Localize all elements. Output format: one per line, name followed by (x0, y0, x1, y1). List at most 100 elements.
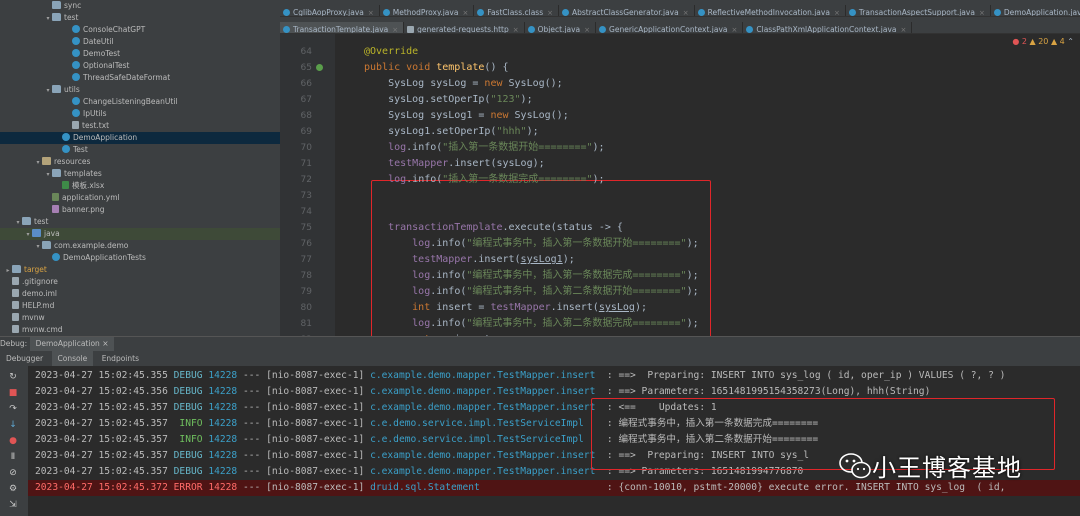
tree-item[interactable]: ▾ templates (0, 168, 280, 180)
tree-item[interactable]: 模板.xlsx (0, 180, 280, 192)
close-icon[interactable]: × (513, 26, 519, 33)
tree-item[interactable]: ▾ test (0, 12, 280, 24)
tree-item[interactable]: ThreadSafeDateFormat (0, 72, 280, 84)
code-line: sysLog1.setOperIp("hhh"); (364, 124, 539, 140)
code-token: insert = (436, 302, 491, 313)
tree-item-label: utils (64, 85, 80, 94)
pin-icon[interactable]: ⇲ (7, 500, 19, 510)
tree-item[interactable]: ▾ com.example.demo (0, 240, 280, 252)
code-line: log.info("编程式事务中，插入第二条数据完成========"); (364, 316, 698, 332)
tree-item[interactable]: IpUtils (0, 108, 280, 120)
chevron-up-icon[interactable]: ⌃ (1067, 37, 1074, 46)
step-into-icon[interactable]: ↓ (7, 420, 19, 430)
editor-tab[interactable]: ReflectiveMethodInvocation.java × (695, 5, 846, 16)
tab-debugger[interactable]: Debugger (0, 351, 49, 366)
tree-item[interactable]: ▸ target (0, 264, 280, 276)
tab-endpoints[interactable]: Endpoints (96, 351, 145, 366)
tree-item[interactable]: .gitignore (0, 276, 280, 288)
log-logger: c.e.demo.service.impl.TestServiceImpl (370, 418, 602, 429)
settings-icon[interactable]: ⚙ (7, 484, 19, 494)
editor-tab[interactable]: Object.java × (525, 22, 597, 33)
project-tree: sync ▾ test ConsoleChatGPT DateUtil DemoTest O… (0, 0, 280, 336)
log-pid: 14228 (208, 418, 238, 429)
breakpoint-icon[interactable]: ● (7, 436, 19, 446)
code-token: "编程式事务中，插入第一条数据完成========" (466, 270, 687, 281)
debug-session-tab[interactable]: DemoApplication × (29, 337, 115, 351)
code-editor[interactable]: ● 2 ▲ 20 ▲ 4 ⌃ @Override public void temp… (335, 34, 1080, 336)
editor-tab[interactable]: FastClass.class × (474, 5, 559, 16)
tree-item[interactable]: banner.png (0, 204, 280, 216)
tree-item[interactable]: ConsoleChatGPT (0, 24, 280, 36)
tree-item[interactable]: mvnw.cmd (0, 324, 280, 336)
class-icon (477, 9, 485, 16)
tree-item[interactable]: Test (0, 144, 280, 156)
close-icon[interactable]: × (901, 26, 907, 33)
close-icon[interactable]: × (584, 26, 590, 33)
tree-item[interactable]: ▾ test (0, 216, 280, 228)
tree-item[interactable]: ChangeListeningBeanUtil (0, 96, 280, 108)
close-icon[interactable]: × (732, 26, 738, 33)
override-marker-icon[interactable] (316, 64, 323, 71)
xls-icon (62, 181, 69, 189)
code-token: .info( (430, 286, 467, 297)
class-icon (72, 25, 80, 33)
code-token: .info( (430, 270, 467, 281)
log-level: DEBUG (173, 370, 203, 381)
editor-tab[interactable]: DemoApplication.java× (991, 5, 1080, 16)
editor-tab[interactable]: GenericApplicationContext.java × (596, 22, 744, 33)
tree-item[interactable]: application.yml (0, 192, 280, 204)
console-output[interactable]: 2023-04-27 15:02:45.372 ERROR 14228 --- … (28, 366, 1080, 516)
tree-item[interactable]: ▾ resources (0, 156, 280, 168)
pause-icon[interactable]: Ⅱ (7, 452, 19, 462)
line-number: 80 (300, 303, 312, 313)
log-message: : {conn-10010, pstmt-20000} execute erro… (601, 482, 1006, 493)
close-icon[interactable]: × (979, 9, 985, 16)
tree-item[interactable]: ▾ utils (0, 84, 280, 96)
code-line: sysLog.setOperIp("123"); (364, 92, 533, 108)
editor-tab[interactable]: AbstractClassGenerator.java × (559, 5, 695, 16)
close-icon[interactable]: × (392, 26, 398, 33)
class-icon (283, 9, 290, 16)
editor-tab[interactable]: MethodProxy.java × (380, 5, 475, 16)
rerun-icon[interactable]: ↻ (7, 372, 19, 382)
code-token: log (364, 142, 407, 153)
line-number: 66 (300, 79, 312, 89)
close-icon[interactable]: × (462, 9, 468, 16)
close-icon[interactable]: × (547, 9, 553, 16)
folder-icon (22, 217, 31, 225)
tree-item[interactable]: test.txt (0, 120, 280, 132)
editor-tab[interactable]: CglibAopProxy.java × (280, 5, 380, 16)
close-icon[interactable]: × (368, 9, 374, 16)
editor-tab[interactable]: TransactionAspectSupport.java × (846, 5, 991, 16)
tree-item[interactable]: OptionalTest (0, 60, 280, 72)
tree-item[interactable]: ▾ java (0, 228, 280, 240)
tab-console[interactable]: Console (51, 351, 94, 366)
tree-item[interactable]: HELP.md (0, 300, 280, 312)
file-icon (12, 325, 19, 333)
code-token: .info( (406, 174, 443, 185)
step-over-icon[interactable]: ↷ (7, 404, 19, 414)
log-separator: --- (242, 402, 261, 413)
tree-item[interactable]: demo.iml (0, 288, 280, 300)
tree-item-label: DemoApplication (73, 133, 138, 142)
editor-tab[interactable]: ClassPathXmlApplicationContext.java × (743, 22, 913, 33)
tree-item[interactable]: sync (0, 0, 280, 12)
log-timestamp: 2023-04-27 15:02:45.357 (35, 434, 168, 445)
file-icon (407, 26, 415, 33)
editor-tab[interactable]: generated-requests.http × (404, 22, 525, 33)
close-icon[interactable]: × (683, 9, 689, 16)
tree-item[interactable]: DemoApplicationTests (0, 252, 280, 264)
tree-item[interactable]: DemoApplication (0, 132, 280, 144)
log-message: : ==> Preparing: INSERT INTO sys_log ( i… (601, 370, 1006, 381)
tree-item[interactable]: DemoTest (0, 48, 280, 60)
log-separator: --- (242, 482, 261, 493)
tree-item[interactable]: mvnw (0, 312, 280, 324)
tree-item[interactable]: DateUtil (0, 36, 280, 48)
inspection-summary[interactable]: ● 2 ▲ 20 ▲ 4 ⌃ (1012, 37, 1074, 46)
code-line: transactionTemplate.execute(status -> { (364, 220, 623, 236)
close-icon[interactable]: × (102, 339, 108, 348)
mute-breakpoints-icon[interactable]: ⊘ (7, 468, 19, 478)
log-pid: 14228 (208, 450, 238, 461)
close-icon[interactable]: × (834, 9, 840, 16)
stop-icon[interactable]: ■ (7, 388, 19, 398)
